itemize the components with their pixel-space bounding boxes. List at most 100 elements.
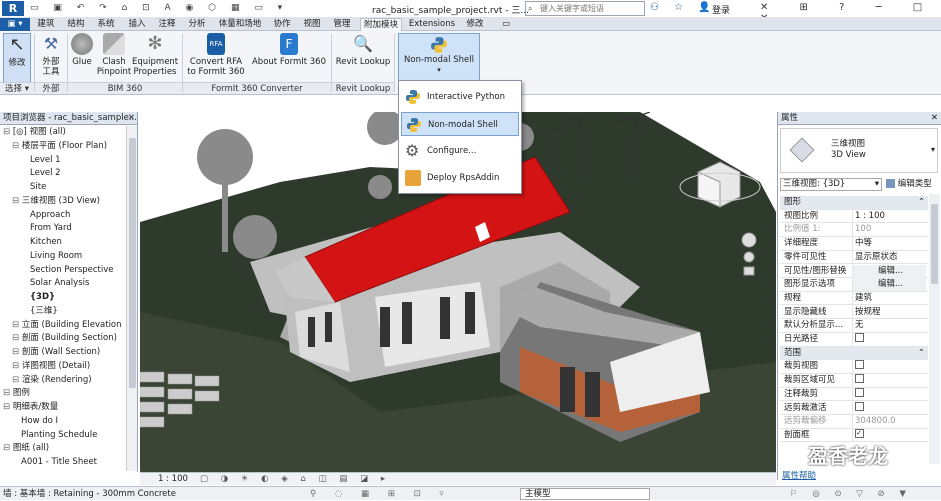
browser-tree-item[interactable]: ⊟ 剖面 (Wall Section)	[0, 346, 125, 360]
browser-tree-item[interactable]: Kitchen	[0, 236, 125, 250]
property-row[interactable]: 可见性/图形替换 编辑...	[780, 264, 928, 278]
filter-icons[interactable]: ⚐ ◎ ⊙ ▽ ⊘ ▼	[790, 487, 912, 501]
checkbox[interactable]	[855, 374, 864, 384]
browser-tree-item[interactable]: How do I	[0, 415, 125, 429]
tab-architecture[interactable]: 建筑	[33, 18, 59, 31]
expand-toggle-icon[interactable]: ⊟	[12, 333, 22, 343]
browser-tree-item[interactable]: Level 1	[0, 154, 125, 168]
tab-modify[interactable]: 修改	[462, 18, 488, 31]
edit-type-button[interactable]: 编辑类型	[886, 178, 932, 191]
property-value[interactable]	[852, 401, 926, 415]
browser-tree-item[interactable]: ⊟ 明细表/数量	[0, 401, 125, 415]
property-row[interactable]: 远剪裁偏移 304800.0	[780, 415, 928, 429]
collapse-icon[interactable]: ⌃	[918, 196, 925, 210]
browser-tree-item[interactable]: ⊟ 详图视图 (Detail)	[0, 360, 125, 374]
browser-tree-item[interactable]: ⊟ 图例	[0, 387, 125, 401]
property-value[interactable]: 100	[852, 223, 926, 237]
property-value[interactable]: 编辑...	[852, 278, 926, 292]
property-row[interactable]: 规程 建筑	[780, 291, 928, 306]
checkbox[interactable]: ✓	[855, 428, 864, 438]
property-value[interactable]: 1 : 100	[852, 209, 926, 223]
tab-structure[interactable]: 结构	[63, 18, 89, 31]
properties-help-link[interactable]: 属性帮助	[782, 469, 816, 481]
browser-tree-item[interactable]: ⊟ 图纸 (all)	[0, 442, 125, 456]
property-value[interactable]	[852, 360, 926, 374]
browser-tree-item[interactable]: Planting Schedule	[0, 429, 125, 443]
property-group-header[interactable]: 图形 ⌃	[780, 196, 928, 210]
browser-tree-item[interactable]: ⊟ 立面 (Building Elevation	[0, 319, 125, 333]
view-control-icons[interactable]: ▢ ◑ ☀ ◐ ◈ ⌂ ◫ ▤ ◪ ▸	[200, 473, 390, 486]
browser-scrollbar[interactable]	[126, 126, 137, 471]
property-value[interactable]	[852, 387, 926, 401]
property-group-header[interactable]: 范围 ⌃	[780, 346, 928, 361]
view-scale[interactable]: 1 : 100	[158, 473, 188, 486]
property-row[interactable]: 比例值 1: 100	[780, 223, 928, 237]
property-value[interactable]: 显示原状态	[852, 250, 926, 264]
expand-toggle-icon[interactable]: ⊟	[12, 141, 22, 151]
tab-manage[interactable]: 管理	[329, 18, 355, 31]
browser-tree-item[interactable]: Section Perspective	[0, 264, 125, 278]
property-row[interactable]: 视图比例 1 : 100	[780, 209, 928, 224]
tab-view[interactable]: 视图	[299, 18, 325, 31]
browser-tree-item[interactable]: {3D}	[0, 291, 125, 305]
property-value[interactable]: 编辑...	[852, 264, 926, 278]
property-value[interactable]: 无	[852, 319, 926, 333]
expand-toggle-icon[interactable]: ⊟	[3, 443, 13, 453]
type-selector[interactable]: 三维视图 3D View ▾	[780, 128, 938, 173]
expand-toggle-icon[interactable]: ⊟	[12, 361, 22, 371]
revit-lookup-button[interactable]: 🔍 Revit Lookup	[334, 33, 392, 85]
menu-item-deploy-rpsaddin[interactable]: Deploy RpsAddin	[401, 166, 519, 190]
convert-rfa-button[interactable]: RFA Convert RFA to FormIt 360	[186, 33, 246, 85]
equipment-properties-button[interactable]: ✻ Equipment Properties	[132, 33, 178, 85]
clash-pinpoint-button[interactable]: Clash Pinpoint	[96, 33, 132, 85]
collapse-icon[interactable]: ⌃	[918, 347, 925, 361]
browser-tree-item[interactable]: ⊟ [◎] 视图 (all)	[0, 126, 125, 140]
checkbox[interactable]	[855, 333, 864, 342]
browser-tree-item[interactable]: A001 - Title Sheet	[0, 456, 125, 470]
property-row[interactable]: 注释裁剪	[780, 387, 928, 402]
property-row[interactable]: 远剪裁激活	[780, 401, 928, 415]
menu-item-configure[interactable]: ⚙ Configure...	[401, 139, 519, 163]
tab-collaborate[interactable]: 协作	[269, 18, 295, 31]
checkbox[interactable]	[855, 401, 864, 411]
close-icon[interactable]: ✕	[931, 112, 938, 125]
expand-toggle-icon[interactable]: ⊟	[12, 347, 22, 357]
property-row[interactable]: 裁剪视图	[780, 360, 928, 374]
browser-tree-item[interactable]: Solar Analysis	[0, 277, 125, 291]
instance-selector[interactable]: 三维视图: {3D} ▾	[780, 178, 882, 191]
expand-toggle-icon[interactable]: ⊟	[3, 127, 13, 137]
tab-analyze[interactable]: 分析	[184, 18, 210, 31]
checkbox[interactable]	[855, 360, 864, 370]
tab-systems[interactable]: 系统	[93, 18, 119, 31]
properties-scrollbar[interactable]	[929, 194, 940, 464]
status-icons[interactable]: ⚲ ◌ ▦ ⊞ ⊡ ▿	[310, 487, 452, 501]
property-value[interactable]: 304800.0	[852, 415, 926, 429]
property-value[interactable]: 按规程	[852, 305, 926, 319]
expand-toggle-icon[interactable]: ⊟	[12, 375, 22, 385]
expand-toggle-icon[interactable]: ⊟	[3, 402, 13, 412]
property-row[interactable]: 默认分析显示... 无	[780, 319, 928, 333]
menu-item-interactive-shell[interactable]: Interactive Python Shell	[401, 85, 519, 126]
tab-addins[interactable]: 附加模块	[360, 18, 402, 31]
external-tools-button[interactable]: ⚒ 外部 工具	[37, 33, 65, 85]
ribbon-toggle-icon[interactable]: ▭	[496, 18, 516, 31]
browser-tree-item[interactable]: Living Room	[0, 250, 125, 264]
active-model[interactable]: 主模型	[520, 488, 650, 500]
close-icon[interactable]: ✕	[128, 112, 135, 125]
property-row[interactable]: 图形显示选项 编辑...	[780, 278, 928, 292]
modify-button[interactable]: ↖ 修改	[3, 33, 31, 85]
login-button[interactable]: 登录	[712, 3, 730, 16]
property-row[interactable]: 日光路径	[780, 333, 928, 347]
tab-massing-site[interactable]: 体量和场地	[215, 18, 265, 31]
property-row[interactable]: 裁剪区域可见	[780, 374, 928, 388]
property-row[interactable]: 显示隐藏线 按规程	[780, 305, 928, 320]
property-row[interactable]: 零件可见性 显示原状态	[780, 250, 928, 265]
browser-tree-item[interactable]: Level 2	[0, 167, 125, 181]
property-value[interactable]: 建筑	[852, 291, 926, 305]
property-row[interactable]: 详细程度 中等	[780, 237, 928, 251]
tab-annotate[interactable]: 注释	[154, 18, 180, 31]
browser-tree-item[interactable]: From Yard	[0, 222, 125, 236]
file-menu-button[interactable]: ▣ ▾	[0, 18, 30, 31]
browser-tree-item[interactable]: {三维}	[0, 305, 125, 319]
browser-tree-item[interactable]: ⊟ 三维视图 (3D View)	[0, 195, 125, 209]
